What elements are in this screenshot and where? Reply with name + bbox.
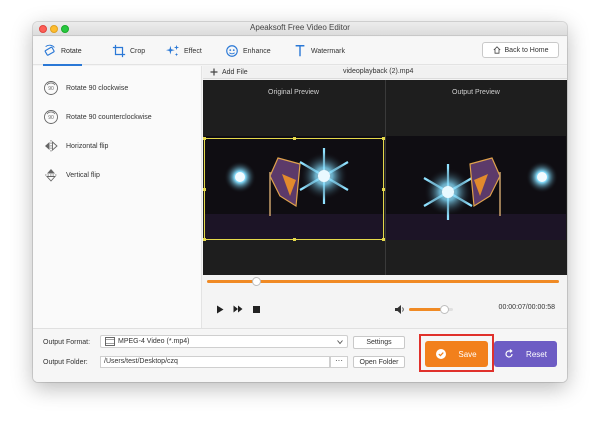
effect-icon — [166, 44, 180, 57]
output-folder-label: Output Folder: — [43, 359, 88, 366]
rotate-counterclockwise-label: Rotate 90 counterclockwise — [66, 113, 152, 121]
stop-button[interactable] — [250, 303, 262, 315]
reset-button[interactable]: Reset — [494, 341, 557, 367]
tab-enhance[interactable]: Enhance — [225, 43, 271, 59]
preview-area: Original Preview Output Preview — [203, 80, 567, 275]
file-name: videoplayback (2).mp4 — [343, 68, 414, 75]
rotate-counterclockwise-button[interactable]: 90 Rotate 90 counterclockwise — [43, 108, 152, 126]
file-bar: Add File videoplayback (2).mp4 — [203, 66, 567, 79]
tab-effect-label: Effect — [184, 47, 202, 55]
vertical-flip-icon — [45, 169, 57, 182]
tab-effect[interactable]: Effect — [166, 43, 202, 59]
crop-handle-bottom-left[interactable] — [203, 238, 206, 241]
output-video-frame — [386, 136, 566, 240]
reset-icon — [505, 349, 513, 358]
timeline-slider[interactable] — [207, 277, 559, 286]
crop-handle-left[interactable] — [203, 188, 206, 191]
output-video-image — [386, 136, 566, 240]
browse-folder-button[interactable]: ··· — [330, 356, 348, 368]
volume-icon[interactable] — [394, 304, 406, 315]
app-window: Apeaksoft Free Video Editor Rotate Crop … — [33, 22, 567, 382]
crop-handle-right[interactable] — [382, 188, 385, 191]
output-format-value: MPEG-4 Video (*.mp4) — [118, 338, 190, 345]
player-controls: 00:00:07/00:00:58 — [203, 275, 567, 328]
back-to-home-label: Back to Home — [504, 46, 549, 54]
output-preview-label: Output Preview — [452, 89, 500, 96]
play-button[interactable] — [214, 303, 226, 315]
vertical-flip-button[interactable]: Vertical flip — [43, 166, 100, 184]
settings-button[interactable]: Settings — [353, 336, 405, 349]
crop-selection-box[interactable] — [203, 137, 385, 241]
enhance-icon — [226, 45, 238, 57]
reset-label: Reset — [526, 349, 547, 359]
save-label: Save — [458, 349, 477, 359]
rotate-clockwise-button[interactable]: 90 Rotate 90 clockwise — [43, 79, 128, 97]
output-format-label: Output Format: — [43, 339, 91, 346]
crop-handle-bottom[interactable] — [293, 238, 296, 241]
operations-panel: 90 Rotate 90 clockwise 90 Rotate 90 coun… — [33, 66, 202, 328]
tab-watermark[interactable]: Watermark — [293, 43, 345, 59]
chevron-down-icon — [337, 340, 343, 345]
horizontal-flip-label: Horizontal flip — [66, 142, 109, 150]
stop-icon — [252, 305, 260, 313]
original-preview-label: Original Preview — [268, 89, 319, 96]
save-button[interactable]: Save — [425, 341, 488, 367]
crop-handle-top-right[interactable] — [382, 137, 385, 140]
svg-text:90: 90 — [48, 86, 54, 92]
rotate-clockwise-label: Rotate 90 clockwise — [66, 84, 129, 92]
volume-handle[interactable] — [440, 305, 450, 314]
rotate-cw-icon: 90 — [44, 81, 58, 95]
svg-text:90: 90 — [48, 115, 54, 121]
open-folder-button[interactable]: Open Folder — [353, 356, 405, 368]
watermark-icon — [295, 45, 305, 57]
tab-rotate[interactable]: Rotate — [43, 43, 82, 66]
editor-area: Add File videoplayback (2).mp4 Original … — [203, 66, 567, 328]
title-bar: Apeaksoft Free Video Editor — [33, 22, 567, 36]
tab-enhance-label: Enhance — [243, 47, 271, 55]
tab-crop-label: Crop — [130, 47, 146, 55]
play-icon — [217, 305, 224, 313]
horizontal-flip-icon — [45, 140, 58, 152]
timeline-handle[interactable] — [252, 277, 262, 286]
crop-handle-bottom-right[interactable] — [382, 238, 385, 241]
plus-icon — [210, 68, 218, 76]
add-file-label: Add File — [222, 68, 248, 76]
output-folder-field[interactable]: /Users/test/Desktop/czq — [100, 356, 330, 368]
home-icon — [493, 46, 500, 54]
video-format-icon — [105, 337, 115, 346]
vertical-flip-label: Vertical flip — [66, 171, 100, 179]
rotate-ccw-icon: 90 — [44, 110, 58, 124]
fast-forward-button[interactable] — [232, 303, 244, 315]
horizontal-flip-button[interactable]: Horizontal flip — [43, 137, 108, 155]
add-file-button[interactable]: Add File — [210, 68, 248, 76]
tab-watermark-label: Watermark — [311, 47, 345, 55]
playback-time: 00:00:07/00:00:58 — [498, 304, 555, 311]
crop-icon — [112, 44, 126, 58]
output-settings-bar: Output Format: MPEG-4 Video (*.mp4) Sett… — [33, 328, 567, 382]
fast-forward-icon — [233, 305, 243, 313]
window-title: Apeaksoft Free Video Editor — [250, 23, 350, 32]
tab-crop[interactable]: Crop — [112, 43, 145, 59]
output-format-select[interactable]: MPEG-4 Video (*.mp4) — [100, 335, 348, 348]
crop-handle-top[interactable] — [293, 137, 296, 140]
rotate-icon — [44, 44, 55, 56]
crop-handle-top-left[interactable] — [203, 137, 206, 140]
tab-rotate-label: Rotate — [61, 47, 82, 55]
volume-level — [409, 308, 445, 311]
checkmark-icon — [436, 349, 447, 359]
toolbar: Rotate Crop Effect Enhance Watermark Bac… — [33, 37, 567, 66]
back-to-home-button[interactable]: Back to Home — [482, 42, 559, 58]
volume-slider[interactable] — [409, 305, 453, 314]
